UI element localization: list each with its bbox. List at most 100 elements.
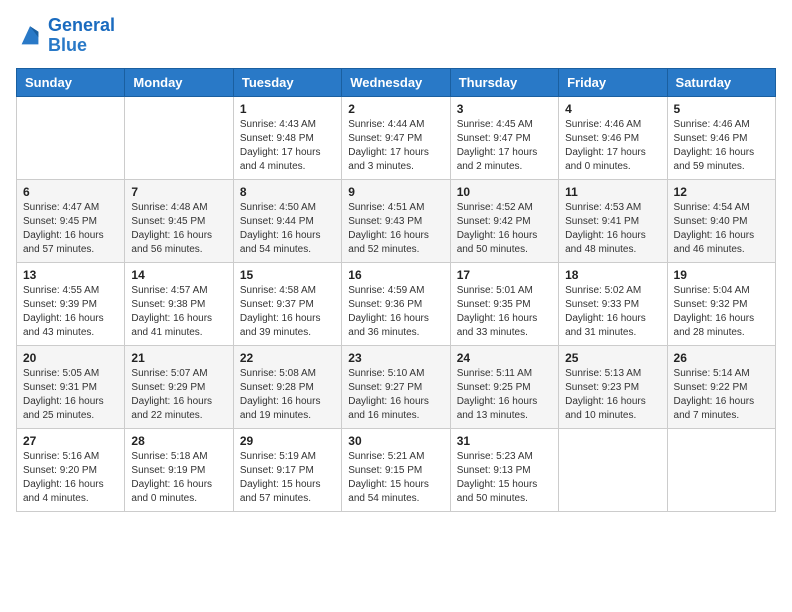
calendar-cell: 8Sunrise: 4:50 AMSunset: 9:44 PMDaylight… bbox=[233, 179, 341, 262]
cell-info: Sunset: 9:43 PM bbox=[348, 215, 443, 229]
cell-info: Sunset: 9:40 PM bbox=[674, 215, 769, 229]
cell-info: Sunrise: 5:16 AM bbox=[23, 450, 118, 464]
cell-info: Sunrise: 5:21 AM bbox=[348, 450, 443, 464]
weekday-header: Thursday bbox=[450, 68, 558, 96]
calendar-cell: 14Sunrise: 4:57 AMSunset: 9:38 PMDayligh… bbox=[125, 262, 233, 345]
cell-info: Sunset: 9:41 PM bbox=[565, 215, 660, 229]
day-number: 30 bbox=[348, 434, 443, 448]
cell-info: Daylight: 16 hours and 41 minutes. bbox=[131, 312, 226, 340]
cell-info: Sunset: 9:29 PM bbox=[131, 381, 226, 395]
cell-info: Sunset: 9:48 PM bbox=[240, 132, 335, 146]
weekday-header-row: SundayMondayTuesdayWednesdayThursdayFrid… bbox=[17, 68, 776, 96]
cell-info: Sunrise: 4:55 AM bbox=[23, 284, 118, 298]
weekday-header: Sunday bbox=[17, 68, 125, 96]
cell-info: Daylight: 16 hours and 36 minutes. bbox=[348, 312, 443, 340]
cell-info: Daylight: 16 hours and 57 minutes. bbox=[23, 229, 118, 257]
cell-info: Sunrise: 4:50 AM bbox=[240, 201, 335, 215]
calendar-cell bbox=[17, 96, 125, 179]
cell-info: Sunrise: 4:46 AM bbox=[565, 118, 660, 132]
cell-info: Sunrise: 5:01 AM bbox=[457, 284, 552, 298]
calendar-cell: 31Sunrise: 5:23 AMSunset: 9:13 PMDayligh… bbox=[450, 428, 558, 511]
calendar-cell: 21Sunrise: 5:07 AMSunset: 9:29 PMDayligh… bbox=[125, 345, 233, 428]
day-number: 12 bbox=[674, 185, 769, 199]
cell-info: Daylight: 16 hours and 28 minutes. bbox=[674, 312, 769, 340]
day-number: 8 bbox=[240, 185, 335, 199]
cell-info: Sunrise: 5:14 AM bbox=[674, 367, 769, 381]
cell-info: Sunset: 9:22 PM bbox=[674, 381, 769, 395]
calendar-cell: 17Sunrise: 5:01 AMSunset: 9:35 PMDayligh… bbox=[450, 262, 558, 345]
calendar-cell: 19Sunrise: 5:04 AMSunset: 9:32 PMDayligh… bbox=[667, 262, 775, 345]
cell-info: Sunset: 9:42 PM bbox=[457, 215, 552, 229]
cell-info: Sunset: 9:13 PM bbox=[457, 464, 552, 478]
cell-info: Sunset: 9:31 PM bbox=[23, 381, 118, 395]
cell-info: Daylight: 15 hours and 54 minutes. bbox=[348, 478, 443, 506]
cell-info: Sunrise: 5:08 AM bbox=[240, 367, 335, 381]
cell-info: Sunrise: 5:11 AM bbox=[457, 367, 552, 381]
calendar-week-row: 27Sunrise: 5:16 AMSunset: 9:20 PMDayligh… bbox=[17, 428, 776, 511]
calendar-cell: 16Sunrise: 4:59 AMSunset: 9:36 PMDayligh… bbox=[342, 262, 450, 345]
cell-info: Sunset: 9:47 PM bbox=[348, 132, 443, 146]
cell-info: Daylight: 16 hours and 59 minutes. bbox=[674, 146, 769, 174]
calendar-cell bbox=[667, 428, 775, 511]
cell-info: Sunset: 9:46 PM bbox=[565, 132, 660, 146]
calendar-cell: 13Sunrise: 4:55 AMSunset: 9:39 PMDayligh… bbox=[17, 262, 125, 345]
calendar-table: SundayMondayTuesdayWednesdayThursdayFrid… bbox=[16, 68, 776, 512]
cell-info: Sunrise: 5:02 AM bbox=[565, 284, 660, 298]
cell-info: Daylight: 17 hours and 4 minutes. bbox=[240, 146, 335, 174]
cell-info: Sunrise: 4:47 AM bbox=[23, 201, 118, 215]
cell-info: Sunset: 9:37 PM bbox=[240, 298, 335, 312]
cell-info: Sunrise: 4:57 AM bbox=[131, 284, 226, 298]
cell-info: Sunrise: 5:19 AM bbox=[240, 450, 335, 464]
cell-info: Sunset: 9:47 PM bbox=[457, 132, 552, 146]
day-number: 15 bbox=[240, 268, 335, 282]
cell-info: Daylight: 16 hours and 50 minutes. bbox=[457, 229, 552, 257]
day-number: 11 bbox=[565, 185, 660, 199]
cell-info: Sunrise: 4:48 AM bbox=[131, 201, 226, 215]
calendar-cell: 7Sunrise: 4:48 AMSunset: 9:45 PMDaylight… bbox=[125, 179, 233, 262]
cell-info: Daylight: 16 hours and 33 minutes. bbox=[457, 312, 552, 340]
calendar-cell: 25Sunrise: 5:13 AMSunset: 9:23 PMDayligh… bbox=[559, 345, 667, 428]
weekday-header: Saturday bbox=[667, 68, 775, 96]
calendar-cell: 28Sunrise: 5:18 AMSunset: 9:19 PMDayligh… bbox=[125, 428, 233, 511]
day-number: 7 bbox=[131, 185, 226, 199]
cell-info: Daylight: 16 hours and 39 minutes. bbox=[240, 312, 335, 340]
cell-info: Sunrise: 4:45 AM bbox=[457, 118, 552, 132]
cell-info: Sunset: 9:36 PM bbox=[348, 298, 443, 312]
cell-info: Sunset: 9:23 PM bbox=[565, 381, 660, 395]
cell-info: Daylight: 16 hours and 31 minutes. bbox=[565, 312, 660, 340]
day-number: 28 bbox=[131, 434, 226, 448]
cell-info: Sunrise: 5:13 AM bbox=[565, 367, 660, 381]
cell-info: Daylight: 17 hours and 3 minutes. bbox=[348, 146, 443, 174]
cell-info: Sunrise: 5:18 AM bbox=[131, 450, 226, 464]
day-number: 13 bbox=[23, 268, 118, 282]
cell-info: Daylight: 17 hours and 2 minutes. bbox=[457, 146, 552, 174]
cell-info: Daylight: 15 hours and 57 minutes. bbox=[240, 478, 335, 506]
calendar-cell: 18Sunrise: 5:02 AMSunset: 9:33 PMDayligh… bbox=[559, 262, 667, 345]
cell-info: Sunrise: 5:07 AM bbox=[131, 367, 226, 381]
day-number: 5 bbox=[674, 102, 769, 116]
calendar-cell: 30Sunrise: 5:21 AMSunset: 9:15 PMDayligh… bbox=[342, 428, 450, 511]
day-number: 10 bbox=[457, 185, 552, 199]
cell-info: Daylight: 16 hours and 52 minutes. bbox=[348, 229, 443, 257]
cell-info: Sunrise: 4:58 AM bbox=[240, 284, 335, 298]
cell-info: Daylight: 16 hours and 48 minutes. bbox=[565, 229, 660, 257]
logo-icon bbox=[16, 22, 44, 50]
cell-info: Sunrise: 5:10 AM bbox=[348, 367, 443, 381]
cell-info: Sunrise: 4:46 AM bbox=[674, 118, 769, 132]
cell-info: Sunset: 9:33 PM bbox=[565, 298, 660, 312]
day-number: 31 bbox=[457, 434, 552, 448]
calendar-cell: 23Sunrise: 5:10 AMSunset: 9:27 PMDayligh… bbox=[342, 345, 450, 428]
calendar-cell bbox=[125, 96, 233, 179]
day-number: 4 bbox=[565, 102, 660, 116]
calendar-cell: 29Sunrise: 5:19 AMSunset: 9:17 PMDayligh… bbox=[233, 428, 341, 511]
cell-info: Sunset: 9:27 PM bbox=[348, 381, 443, 395]
cell-info: Daylight: 17 hours and 0 minutes. bbox=[565, 146, 660, 174]
day-number: 2 bbox=[348, 102, 443, 116]
cell-info: Daylight: 16 hours and 13 minutes. bbox=[457, 395, 552, 423]
cell-info: Daylight: 16 hours and 25 minutes. bbox=[23, 395, 118, 423]
day-number: 21 bbox=[131, 351, 226, 365]
calendar-cell: 1Sunrise: 4:43 AMSunset: 9:48 PMDaylight… bbox=[233, 96, 341, 179]
logo-text: General Blue bbox=[48, 16, 115, 56]
cell-info: Sunset: 9:38 PM bbox=[131, 298, 226, 312]
cell-info: Sunset: 9:45 PM bbox=[23, 215, 118, 229]
